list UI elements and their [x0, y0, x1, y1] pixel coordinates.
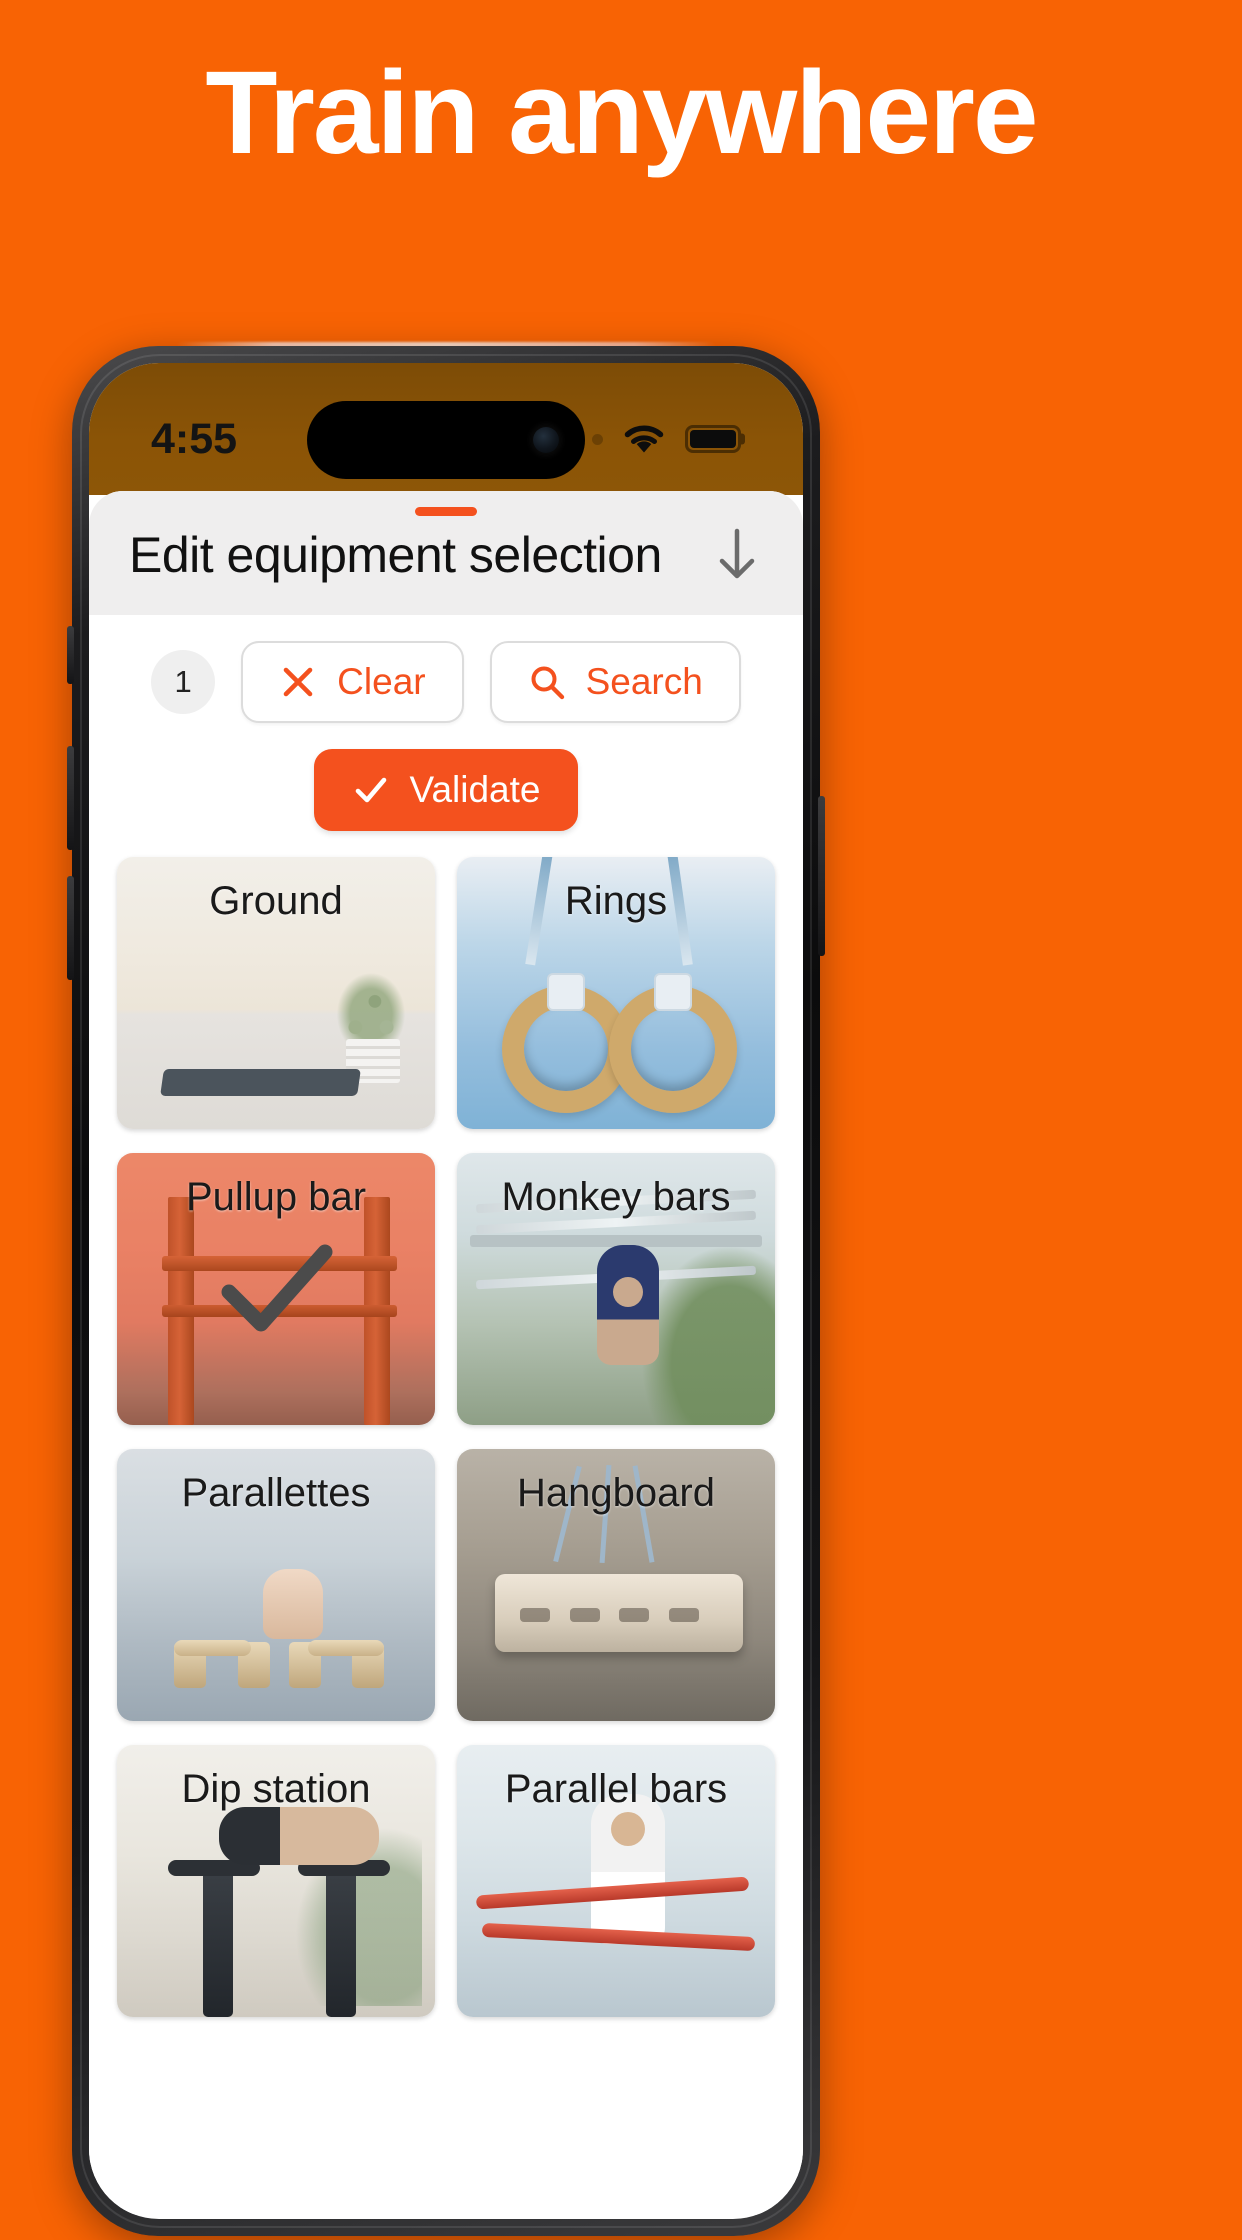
equipment-card-hangboard[interactable]: Hangboard: [457, 1449, 775, 1721]
front-camera-icon: [533, 427, 559, 453]
validate-label: Validate: [409, 769, 541, 810]
equipment-card-monkey-bars[interactable]: Monkey bars: [457, 1153, 775, 1425]
volume-down-button[interactable]: [67, 876, 74, 980]
status-bar: 4:55: [89, 363, 803, 495]
arrow-down-icon[interactable]: [711, 525, 763, 585]
equipment-card-rings[interactable]: Rings: [457, 857, 775, 1129]
battery-icon: [685, 425, 741, 453]
page-title: Train anywhere: [205, 47, 1038, 179]
clear-button[interactable]: Clear: [241, 641, 464, 723]
equipment-sheet: Edit equipment selection 1 Clear Search …: [89, 491, 803, 2215]
equipment-card-dip-station[interactable]: Dip station: [117, 1745, 435, 2017]
equipment-label: Ground: [209, 879, 343, 923]
sheet-header: Edit equipment selection: [89, 491, 803, 615]
equipment-label: Hangboard: [517, 1471, 715, 1515]
search-label: Search: [585, 661, 703, 702]
equipment-label: Pullup bar: [185, 1175, 367, 1219]
phone-mockup: 4:55 Edit equipment selection 1 Clear Se…: [67, 340, 825, 2240]
equipment-grid: Ground Rings Pullup bar Monkey bars Para…: [89, 851, 803, 2017]
equipment-label: Parallel bars: [504, 1767, 728, 1811]
search-button[interactable]: Search: [489, 641, 741, 723]
equipment-label: Monkey bars: [501, 1175, 731, 1219]
phone-body: 4:55 Edit equipment selection 1 Clear Se…: [67, 346, 825, 2236]
sheet-title: Edit equipment selection: [129, 527, 662, 583]
action-bar: 1 Clear Search Validate: [89, 615, 803, 851]
power-button[interactable]: [818, 796, 825, 956]
equipment-label: Parallettes: [181, 1471, 371, 1515]
wifi-icon: [621, 422, 667, 456]
dynamic-island: [307, 401, 585, 479]
close-x-icon: [279, 663, 317, 701]
clear-label: Clear: [337, 661, 426, 702]
phone-screen: 4:55 Edit equipment selection 1 Clear Se…: [89, 363, 803, 2219]
mute-switch[interactable]: [67, 626, 74, 684]
selected-count-badge: 1: [151, 650, 216, 714]
equipment-label: Dip station: [181, 1767, 371, 1811]
check-icon: [352, 771, 390, 809]
volume-up-button[interactable]: [67, 746, 74, 850]
check-icon: [221, 1244, 333, 1332]
equipment-card-pullup-bar[interactable]: Pullup bar: [117, 1153, 435, 1425]
validate-button[interactable]: Validate: [313, 749, 579, 831]
sheet-drag-handle[interactable]: [415, 507, 477, 516]
equipment-card-ground[interactable]: Ground: [117, 857, 435, 1129]
equipment-card-parallel-bars[interactable]: Parallel bars: [457, 1745, 775, 2017]
equipment-label: Rings: [564, 879, 668, 923]
search-icon: [528, 663, 566, 701]
equipment-card-parallettes[interactable]: Parallettes: [117, 1449, 435, 1721]
